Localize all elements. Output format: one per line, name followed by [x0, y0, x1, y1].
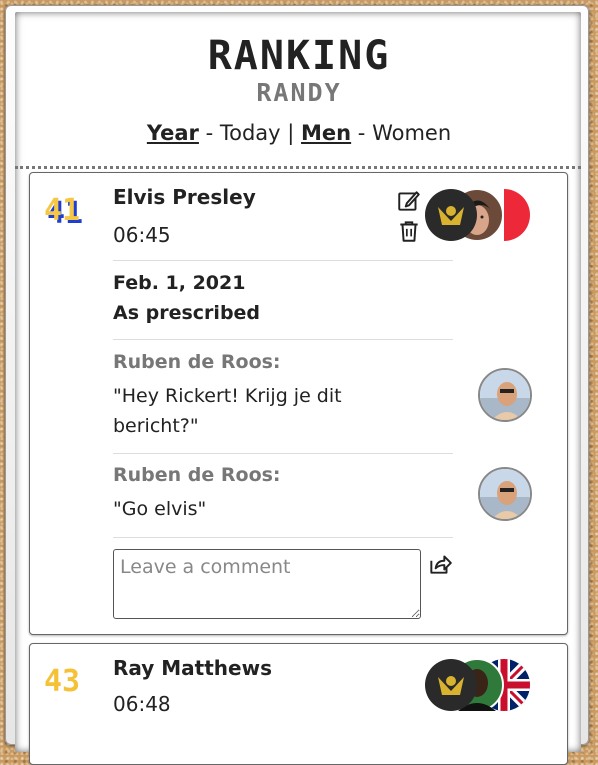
box-logo-icon — [425, 189, 477, 241]
athlete-name[interactable]: Elvis Presley — [113, 185, 256, 209]
comment-author: Ruben de Roos: — [113, 464, 281, 486]
avatar-group — [425, 658, 530, 712]
result-time: 06:45 — [113, 223, 171, 247]
divider — [113, 453, 453, 454]
comment-author: Ruben de Roos: — [113, 351, 281, 373]
avatar-group — [425, 188, 530, 242]
rank-number: 43 — [44, 664, 81, 699]
edit-icon[interactable] — [396, 188, 422, 214]
page-subtitle: RANDY — [256, 78, 342, 107]
scaling-label: As prescribed — [113, 302, 261, 324]
filter-dash: - — [198, 121, 220, 145]
divider — [113, 339, 453, 340]
ranking-entry: 43 Ray Matthews 06:48 — [29, 643, 568, 765]
comment-text: "Hey Rickert! Krijg je dit bericht?" — [113, 385, 342, 437]
commenter-avatar — [478, 368, 532, 422]
ranking-entry: 41 Elvis Presley 06:45 Feb. 1, 2021 As p… — [29, 172, 568, 635]
filter-today[interactable]: Today — [220, 121, 281, 145]
trash-icon[interactable] — [396, 218, 422, 244]
athlete-name[interactable]: Ray Matthews — [113, 656, 272, 680]
page-title: RANKING — [207, 33, 391, 79]
commenter-avatar-icon — [480, 469, 530, 519]
filter-bar: Year - Today | Men - Women — [0, 121, 598, 145]
rank-number: 41 — [44, 193, 81, 228]
filter-year[interactable]: Year — [147, 121, 199, 145]
filter-pipe: | — [280, 121, 302, 145]
share-icon[interactable] — [427, 551, 453, 577]
divider — [113, 260, 453, 261]
filter-dash-2: - — [351, 121, 373, 145]
dotted-divider — [15, 166, 581, 169]
commenter-avatar-icon — [480, 370, 530, 420]
filter-women[interactable]: Women — [372, 121, 451, 145]
comment-text: "Go elvis" — [113, 498, 207, 520]
commenter-avatar — [478, 467, 532, 521]
filter-men[interactable]: Men — [301, 121, 351, 145]
result-time: 06:48 — [113, 692, 171, 716]
divider — [113, 537, 453, 538]
box-logo-icon — [425, 659, 477, 711]
workout-date: Feb. 1, 2021 — [113, 272, 246, 294]
comment-input[interactable] — [113, 549, 421, 619]
